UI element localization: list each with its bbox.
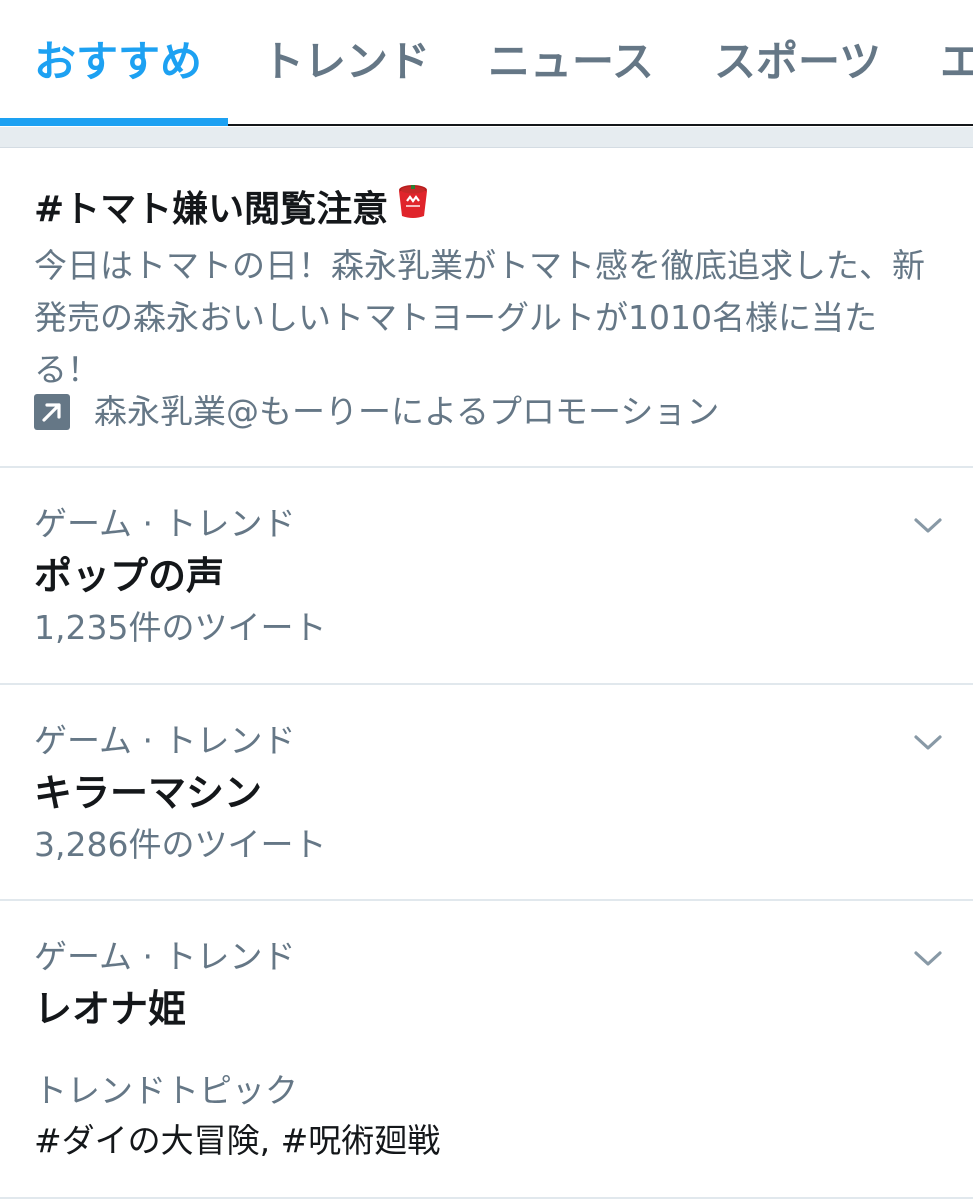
trend-tweet-count: 1,235件のツイート bbox=[34, 608, 327, 647]
tab-sports[interactable]: スポーツ bbox=[714, 34, 881, 90]
trend-context: ゲーム · トレンド bbox=[34, 504, 296, 543]
promoted-trend-description: 今日はトマトの日！森永乳業がトマト感を徹底追求した、新発売の森永おいしいトマトヨ… bbox=[34, 246, 925, 389]
trend-item[interactable]: ゲーム · トレンド キラーマシン 3,286件のツイート bbox=[0, 685, 973, 901]
promoted-by-label: 森永乳業@もーりーによるプロモーション bbox=[94, 392, 720, 431]
promoted-by-row: 森永乳業@もーりーによるプロモーション bbox=[34, 388, 719, 436]
tomato-yogurt-cup-icon bbox=[396, 183, 430, 234]
trend-item[interactable]: ゲーム · トレンド ポップの声 1,235件のツイート bbox=[0, 468, 973, 685]
trend-tweet-count: 3,286件のツイート bbox=[34, 825, 327, 864]
trend-item[interactable]: ゲーム · トレンド レオナ姫 トレンドトピック #ダイの大冒険, #呪術廻戦 bbox=[0, 901, 973, 1199]
tab-recommended[interactable]: おすすめ bbox=[34, 34, 202, 90]
trend-name: キラーマシン bbox=[34, 771, 263, 815]
tab-entertainment[interactable]: エ bbox=[940, 34, 973, 90]
trend-context: ゲーム · トレンド bbox=[34, 937, 296, 976]
promoted-trend[interactable]: #トマト嫌い閲覧注意 今日はトマトの日！森永乳業がトマト感を徹底追求した、新発売… bbox=[0, 148, 973, 468]
promoted-trend-title: #トマト嫌い閲覧注意 bbox=[34, 189, 389, 230]
chevron-down-icon[interactable] bbox=[913, 733, 943, 753]
trend-context: ゲーム · トレンド bbox=[34, 721, 296, 760]
promoted-trend-title-row: #トマト嫌い閲覧注意 bbox=[34, 183, 430, 234]
section-gap bbox=[0, 127, 973, 148]
tab-trending[interactable]: トレンド bbox=[262, 34, 430, 90]
active-tab-indicator bbox=[0, 118, 228, 126]
chevron-down-icon[interactable] bbox=[913, 516, 943, 536]
trend-name: レオナ姫 bbox=[34, 987, 187, 1031]
trending-topic-label: トレンドトピック bbox=[34, 1071, 298, 1110]
chevron-down-icon[interactable] bbox=[913, 949, 943, 969]
promoted-arrow-icon bbox=[34, 394, 70, 430]
trending-topic-hashtags[interactable]: #ダイの大冒険, #呪術廻戦 bbox=[34, 1119, 440, 1163]
tab-news[interactable]: ニュース bbox=[488, 34, 654, 90]
top-tab-bar: おすすめ トレンド ニュース スポーツ エ bbox=[0, 0, 973, 126]
trend-name: ポップの声 bbox=[34, 554, 225, 598]
